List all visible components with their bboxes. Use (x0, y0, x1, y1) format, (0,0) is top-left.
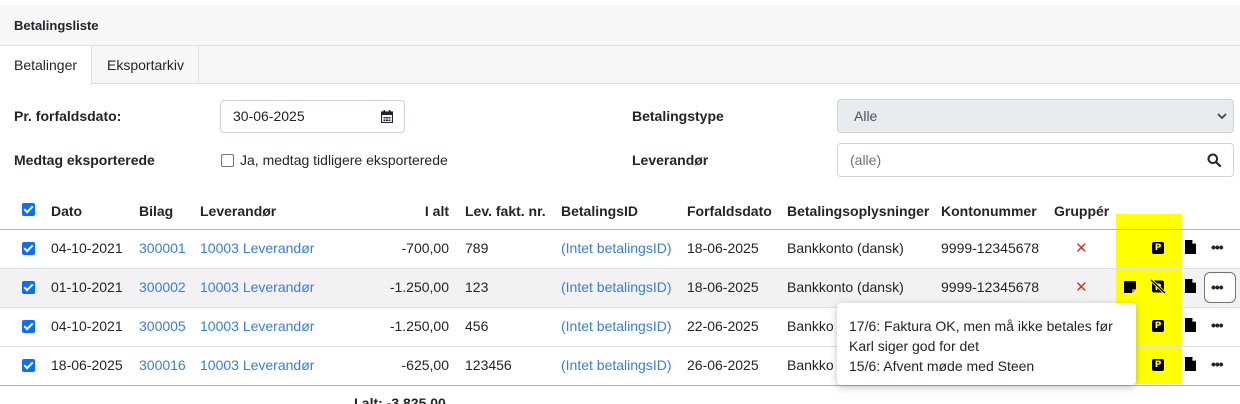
group-x-icon[interactable]: ✕ (1075, 239, 1088, 257)
row-due-date: 26-06-2025 (687, 357, 759, 373)
include-exported-box[interactable] (221, 153, 234, 167)
row-voucher-link[interactable]: 300001 (139, 240, 186, 256)
include-exported-label: Medtag eksporterede (14, 152, 155, 168)
due-date-label: Pr. forfaldsdato: (14, 108, 122, 124)
payment-type-value: Alle (854, 108, 878, 124)
row-supplier-link[interactable]: 10003 Leverandør (200, 357, 314, 373)
row-supplier-link[interactable]: 10003 Leverandør (200, 318, 314, 334)
col-total[interactable]: I alt (400, 203, 449, 219)
row-due-date: 18-06-2025 (687, 240, 759, 256)
payment-type-select[interactable]: Alle (837, 99, 1234, 133)
table-bottom-divider (0, 385, 1240, 386)
note-icon[interactable] (1124, 281, 1136, 293)
card-title: Betalingsliste (0, 5, 1240, 46)
more-actions-icon[interactable]: ••• (1211, 239, 1224, 255)
row-supplier-link[interactable]: 10003 Leverandør (200, 279, 314, 295)
col-payment-id[interactable]: BetalingsID (561, 203, 638, 219)
row-checkbox[interactable] (22, 281, 35, 294)
total-sum: I alt: -3.825,00 (354, 395, 446, 404)
col-voucher[interactable]: Bilag (139, 203, 173, 219)
row-date: 04-10-2021 (51, 240, 123, 256)
notes-popover: 17/6: Faktura OK, men må ikke betales fø… (837, 303, 1136, 385)
parking-icon[interactable]: P (1152, 359, 1164, 371)
row-date: 04-10-2021 (51, 318, 123, 334)
row-due-date: 18-06-2025 (687, 279, 759, 295)
include-exported-text: Ja, medtag tidligere eksporterede (240, 152, 448, 168)
row-invoice-no: 456 (465, 318, 489, 334)
more-actions-button[interactable]: ••• (1204, 272, 1236, 303)
row-checkbox[interactable] (22, 359, 35, 372)
select-all-checkbox[interactable] (22, 203, 35, 216)
row-payment-info: Bankko (787, 357, 834, 373)
supplier-search-input[interactable]: (alle) (837, 143, 1234, 177)
payment-type-label: Betalingstype (632, 108, 724, 124)
col-group[interactable]: Gruppér (1054, 203, 1109, 219)
more-actions-icon[interactable]: ••• (1211, 317, 1224, 333)
document-icon[interactable] (1185, 357, 1196, 371)
row-date: 01-10-2021 (51, 279, 123, 295)
search-icon[interactable] (1207, 153, 1221, 167)
row-voucher-link[interactable]: 300002 (139, 279, 186, 295)
row-total: -700,00 (401, 240, 449, 256)
row-total: -1.250,00 (389, 279, 449, 295)
row-payment-id-link[interactable]: (Intet betalingsID) (561, 357, 672, 373)
row-voucher-link[interactable]: 300016 (139, 357, 186, 373)
row-payment-info: Bankkonto (dansk) (787, 279, 904, 295)
note-line: 15/6: Afvent møde med Steen (849, 358, 1035, 374)
col-date[interactable]: Dato (51, 203, 82, 219)
note-line: Karl siger god for det (849, 338, 979, 354)
row-checkbox[interactable] (22, 242, 35, 255)
col-supplier[interactable]: Leverandør (200, 203, 276, 219)
row-payment-id-link[interactable]: (Intet betalingsID) (561, 240, 672, 256)
document-icon[interactable] (1185, 240, 1196, 254)
col-account[interactable]: Kontonummer (941, 203, 1037, 219)
supplier-placeholder: (alle) (850, 152, 882, 168)
parking-icon[interactable]: P (1152, 320, 1164, 332)
supplier-label: Leverandør (632, 152, 709, 168)
more-actions-icon[interactable]: ••• (1211, 356, 1224, 372)
document-icon[interactable] (1185, 318, 1196, 332)
tab-betalinger[interactable]: Betalinger (0, 46, 93, 85)
row-account: 9999-12345678 (941, 240, 1040, 256)
row-invoice-no: 123456 (465, 357, 512, 373)
row-divider (0, 268, 1240, 269)
tab-bar: Betalinger Eksportarkiv (0, 46, 1240, 85)
note-line: 17/6: Faktura OK, men må ikke betales fø… (849, 318, 1113, 334)
row-payment-id-link[interactable]: (Intet betalingsID) (561, 279, 672, 295)
row-total: -1.250,00 (389, 318, 449, 334)
row-checkbox[interactable] (22, 320, 35, 333)
chevron-down-icon (1217, 113, 1227, 120)
document-icon[interactable] (1185, 279, 1196, 293)
tab-eksportarkiv[interactable]: Eksportarkiv (93, 46, 200, 84)
due-date-input[interactable]: 30-06-2025 (220, 100, 405, 133)
group-x-icon[interactable]: ✕ (1075, 278, 1088, 296)
row-voucher-link[interactable]: 300005 (139, 318, 186, 334)
col-payment-info[interactable]: Betalingsoplysninger (787, 203, 929, 219)
parking-icon[interactable]: P (1152, 242, 1164, 254)
row-payment-id-link[interactable]: (Intet betalingsID) (561, 318, 672, 334)
row-payment-info: Bankko (787, 318, 834, 334)
row-account: 9999-12345678 (941, 279, 1040, 295)
row-supplier-link[interactable]: 10003 Leverandør (200, 240, 314, 256)
col-due-date[interactable]: Forfaldsdato (687, 203, 772, 219)
row-due-date: 22-06-2025 (687, 318, 759, 334)
include-exported-checkbox[interactable]: Ja, medtag tidligere eksporterede (221, 152, 448, 168)
more-actions-icon: ••• (1211, 279, 1224, 295)
row-date: 18-06-2025 (51, 357, 123, 373)
row-total: -625,00 (401, 357, 449, 373)
row-invoice-no: 123 (465, 279, 489, 295)
row-invoice-no: 789 (465, 240, 489, 256)
col-invoice-no[interactable]: Lev. fakt. nr. (465, 203, 546, 219)
calendar-icon[interactable] (381, 110, 393, 123)
parking-disabled-icon[interactable]: P (1150, 279, 1166, 294)
due-date-value: 30-06-2025 (233, 108, 305, 124)
row-payment-info: Bankkonto (dansk) (787, 240, 904, 256)
header-divider (0, 229, 1240, 230)
